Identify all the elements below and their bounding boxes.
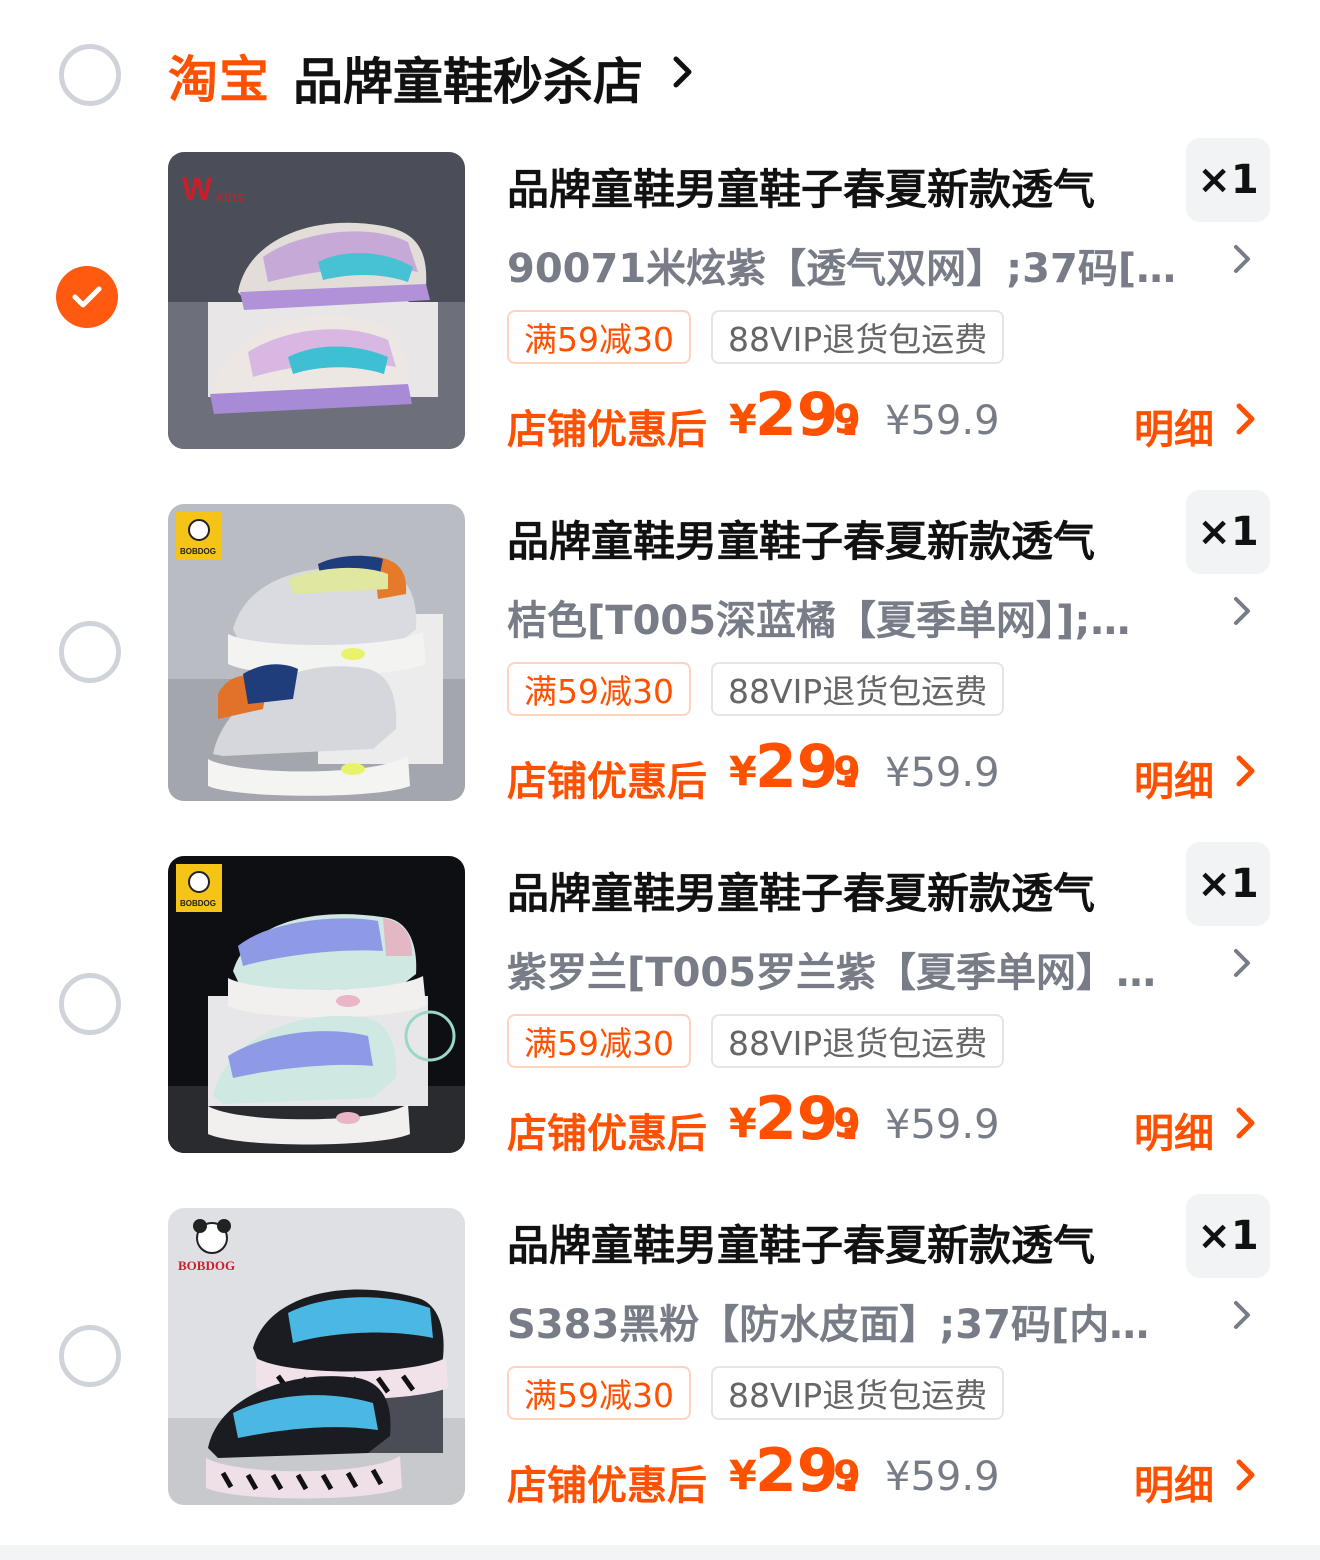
svg-text:W: W [182, 171, 213, 207]
price-prefix: 店铺优惠后 [507, 1111, 707, 1157]
chevron-right-icon[interactable] [1232, 595, 1252, 627]
chevron-right-icon[interactable] [1232, 947, 1252, 979]
price-decimal: 9 [833, 1101, 861, 1147]
product-title[interactable]: 品牌童鞋男童鞋子春夏新款透气 [507, 860, 1095, 921]
price-currency: ¥ [729, 1101, 757, 1147]
svg-text:KIDS: KIDS [216, 191, 244, 205]
price-decimal: 9 [833, 397, 861, 443]
taobao-logo: 淘宝 [168, 51, 270, 109]
checkmark-icon [72, 286, 102, 308]
cart-item: BOBDOG 品牌童鞋男童鞋子春夏新款透气 ×1 桔色[T005深蓝橘【夏季单网… [0, 490, 1320, 856]
sku-selector[interactable]: 桔色[T005深蓝橘【夏季单网】];… [507, 588, 1207, 646]
detail-link[interactable]: 明细 [1134, 749, 1214, 807]
sku-selector[interactable]: 90071米炫紫【透气双网】;37码[… [507, 236, 1207, 294]
original-price: ¥59.9 [885, 398, 1000, 444]
promo-tag: 满59减30 [507, 662, 691, 716]
shop-cart-card: 淘宝 品牌童鞋秒杀店 W KIDS 品牌童鞋男童鞋子春夏新款透气 ×1 9007… [0, 0, 1320, 1545]
svg-text:BOBDOG: BOBDOG [180, 547, 216, 556]
price-prefix: 店铺优惠后 [507, 407, 707, 453]
item-select-radio[interactable] [59, 973, 121, 1035]
promo-tag: 满59减30 [507, 310, 691, 364]
price-prefix: 店铺优惠后 [507, 759, 707, 805]
price-currency: ¥ [729, 749, 757, 795]
original-price: ¥59.9 [885, 750, 1000, 796]
item-select-radio[interactable] [59, 621, 121, 683]
sku-selector[interactable]: 紫罗兰[T005罗兰紫【夏季单网】… [507, 940, 1207, 998]
cart-item: BOBDOG 品牌童鞋男童鞋子春夏新款透气 ×1 紫罗兰[T005罗兰紫【夏季单… [0, 842, 1320, 1208]
detail-link[interactable]: 明细 [1134, 397, 1214, 455]
product-title[interactable]: 品牌童鞋男童鞋子春夏新款透气 [507, 508, 1095, 569]
detail-link[interactable]: 明细 [1134, 1101, 1214, 1159]
price-currency: ¥ [729, 397, 757, 443]
promo-tag: 满59减30 [507, 1014, 691, 1068]
vip-return-tag: 88VIP退货包运费 [711, 310, 1005, 364]
quantity-badge[interactable]: ×1 [1186, 138, 1270, 222]
chevron-right-icon[interactable] [1235, 1458, 1257, 1492]
price-decimal: 9 [833, 749, 861, 795]
chevron-right-icon[interactable] [672, 55, 694, 89]
quantity-badge[interactable]: ×1 [1186, 1194, 1270, 1278]
vip-return-tag: 88VIP退货包运费 [711, 1366, 1005, 1420]
shop-select-radio[interactable] [59, 44, 121, 106]
sku-selector[interactable]: S383黑粉【防水皮面】;37码[内… [507, 1292, 1207, 1350]
quantity-badge[interactable]: ×1 [1186, 842, 1270, 926]
product-title[interactable]: 品牌童鞋男童鞋子春夏新款透气 [507, 1212, 1095, 1273]
svg-text:BOBDOG: BOBDOG [180, 899, 216, 908]
chevron-right-icon[interactable] [1235, 1106, 1257, 1140]
product-thumbnail[interactable]: BOBDOG [168, 856, 465, 1153]
quantity-badge[interactable]: ×1 [1186, 490, 1270, 574]
cart-item: BOBDOG 品牌童鞋男童鞋子春夏新款透气 ×1 S383黑粉【防水皮面】;37… [0, 1194, 1320, 1560]
chevron-right-icon[interactable] [1232, 1299, 1252, 1331]
product-thumbnail[interactable]: BOBDOG [168, 504, 465, 801]
promo-tag: 满59减30 [507, 1366, 691, 1420]
svg-text:BOBDOG: BOBDOG [178, 1258, 235, 1273]
product-title[interactable]: 品牌童鞋男童鞋子春夏新款透气 [507, 156, 1095, 217]
original-price: ¥59.9 [885, 1102, 1000, 1148]
vip-return-tag: 88VIP退货包运费 [711, 662, 1005, 716]
product-thumbnail[interactable]: W KIDS [168, 152, 465, 449]
vip-return-tag: 88VIP退货包运费 [711, 1014, 1005, 1068]
original-price: ¥59.9 [885, 1454, 1000, 1500]
detail-link[interactable]: 明细 [1134, 1453, 1214, 1511]
item-select-radio-checked[interactable] [56, 266, 118, 328]
chevron-right-icon[interactable] [1232, 243, 1252, 275]
chevron-right-icon[interactable] [1235, 402, 1257, 436]
price-decimal: 9 [833, 1453, 861, 1499]
shop-header: 淘宝 品牌童鞋秒杀店 [0, 0, 1320, 140]
price-prefix: 店铺优惠后 [507, 1463, 707, 1509]
cart-item: W KIDS 品牌童鞋男童鞋子春夏新款透气 ×1 90071米炫紫【透气双网】;… [0, 138, 1320, 504]
price-currency: ¥ [729, 1453, 757, 1499]
product-thumbnail[interactable]: BOBDOG [168, 1208, 465, 1505]
chevron-right-icon[interactable] [1235, 754, 1257, 788]
shop-name-link[interactable]: 品牌童鞋秒杀店 [293, 42, 643, 114]
item-select-radio[interactable] [59, 1325, 121, 1387]
